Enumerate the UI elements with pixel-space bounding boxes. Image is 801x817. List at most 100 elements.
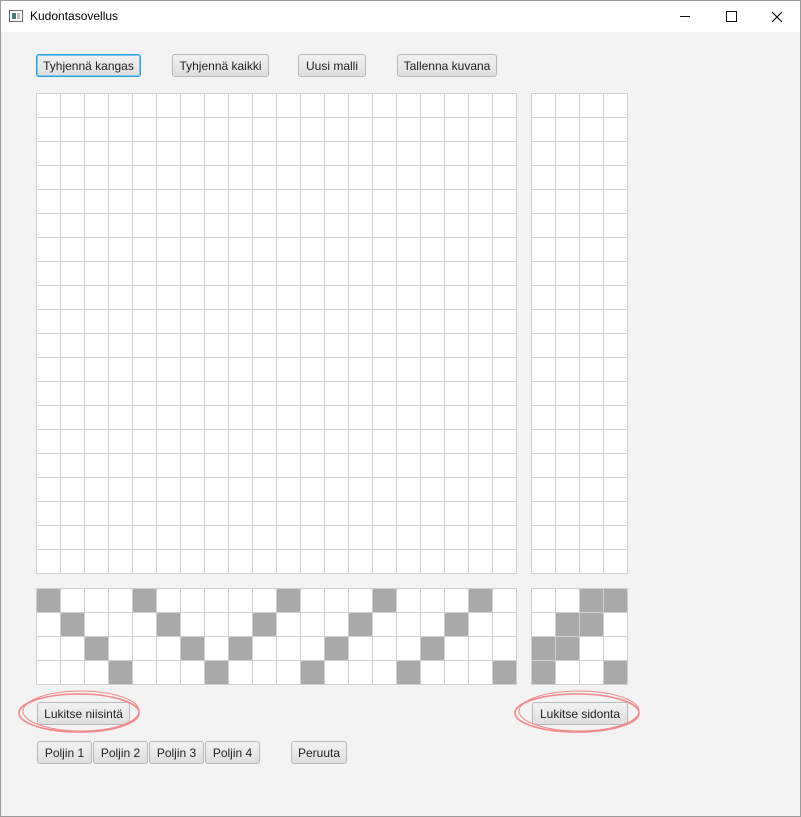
fabric-cell[interactable] xyxy=(133,478,156,501)
fabric-cell[interactable] xyxy=(85,430,108,453)
threading-cell[interactable] xyxy=(229,661,252,684)
fabric-cell[interactable] xyxy=(157,238,180,261)
threading-cell[interactable] xyxy=(301,589,324,612)
fabric-cell[interactable] xyxy=(109,454,132,477)
fabric-cell[interactable] xyxy=(109,382,132,405)
fabric-cell[interactable] xyxy=(253,550,276,573)
fabric-cell[interactable] xyxy=(493,454,516,477)
fabric-cell[interactable] xyxy=(205,502,228,525)
fabric-cell[interactable] xyxy=(205,334,228,357)
fabric-cell[interactable] xyxy=(205,430,228,453)
fabric-cell[interactable] xyxy=(421,358,444,381)
fabric-cell[interactable] xyxy=(373,550,396,573)
treadling-cell[interactable] xyxy=(604,118,627,141)
fabric-cell[interactable] xyxy=(397,262,420,285)
fabric-cell[interactable] xyxy=(229,430,252,453)
fabric-cell[interactable] xyxy=(277,334,300,357)
threading-cell[interactable] xyxy=(109,637,132,660)
fabric-cell[interactable] xyxy=(181,526,204,549)
fabric-cell[interactable] xyxy=(301,550,324,573)
tieup-cell[interactable] xyxy=(556,661,579,684)
fabric-cell[interactable] xyxy=(373,118,396,141)
treadling-cell[interactable] xyxy=(604,358,627,381)
pedal-1-button[interactable]: Poljin 1 xyxy=(37,741,92,764)
fabric-cell[interactable] xyxy=(373,406,396,429)
fabric-cell[interactable] xyxy=(109,406,132,429)
fabric-cell[interactable] xyxy=(109,502,132,525)
fabric-cell[interactable] xyxy=(469,190,492,213)
threading-cell[interactable] xyxy=(301,613,324,636)
fabric-cell[interactable] xyxy=(253,142,276,165)
treadling-cell[interactable] xyxy=(604,310,627,333)
fabric-cell[interactable] xyxy=(37,454,60,477)
fabric-cell[interactable] xyxy=(181,358,204,381)
tieup-cell[interactable] xyxy=(532,637,555,660)
tieup-cell[interactable] xyxy=(580,589,603,612)
fabric-cell[interactable] xyxy=(301,214,324,237)
fabric-cell[interactable] xyxy=(133,310,156,333)
fabric-cell[interactable] xyxy=(469,478,492,501)
threading-cell[interactable] xyxy=(373,613,396,636)
threading-cell[interactable] xyxy=(349,637,372,660)
fabric-cell[interactable] xyxy=(109,142,132,165)
fabric-cell[interactable] xyxy=(229,286,252,309)
fabric-cell[interactable] xyxy=(277,454,300,477)
fabric-cell[interactable] xyxy=(181,430,204,453)
fabric-cell[interactable] xyxy=(421,406,444,429)
treadling-cell[interactable] xyxy=(580,238,603,261)
fabric-cell[interactable] xyxy=(109,286,132,309)
fabric-cell[interactable] xyxy=(85,238,108,261)
fabric-cell[interactable] xyxy=(469,118,492,141)
fabric-cell[interactable] xyxy=(421,94,444,117)
fabric-cell[interactable] xyxy=(61,142,84,165)
fabric-cell[interactable] xyxy=(85,502,108,525)
fabric-cell[interactable] xyxy=(301,94,324,117)
fabric-cell[interactable] xyxy=(277,526,300,549)
threading-cell[interactable] xyxy=(85,589,108,612)
fabric-cell[interactable] xyxy=(373,430,396,453)
treadling-cell[interactable] xyxy=(580,430,603,453)
treadling-cell[interactable] xyxy=(604,286,627,309)
fabric-cell[interactable] xyxy=(277,286,300,309)
treadling-cell[interactable] xyxy=(532,166,555,189)
fabric-cell[interactable] xyxy=(85,166,108,189)
fabric-cell[interactable] xyxy=(229,118,252,141)
threading-cell[interactable] xyxy=(397,661,420,684)
treadling-cell[interactable] xyxy=(532,334,555,357)
tieup-cell[interactable] xyxy=(604,613,627,636)
fabric-cell[interactable] xyxy=(109,238,132,261)
fabric-cell[interactable] xyxy=(397,118,420,141)
fabric-cell[interactable] xyxy=(109,430,132,453)
fabric-cell[interactable] xyxy=(37,526,60,549)
fabric-cell[interactable] xyxy=(133,286,156,309)
threading-cell[interactable] xyxy=(325,589,348,612)
fabric-cell[interactable] xyxy=(61,262,84,285)
fabric-cell[interactable] xyxy=(205,118,228,141)
tieup-cell[interactable] xyxy=(580,637,603,660)
fabric-cell[interactable] xyxy=(301,334,324,357)
fabric-cell[interactable] xyxy=(157,190,180,213)
threading-cell[interactable] xyxy=(493,661,516,684)
fabric-cell[interactable] xyxy=(373,478,396,501)
fabric-cell[interactable] xyxy=(253,238,276,261)
fabric-cell[interactable] xyxy=(325,430,348,453)
treadling-cell[interactable] xyxy=(532,310,555,333)
threading-cell[interactable] xyxy=(373,589,396,612)
treadling-cell[interactable] xyxy=(580,310,603,333)
threading-cell[interactable] xyxy=(109,613,132,636)
threading-cell[interactable] xyxy=(133,613,156,636)
fabric-cell[interactable] xyxy=(445,214,468,237)
fabric-cell[interactable] xyxy=(493,214,516,237)
save-image-button[interactable]: Tallenna kuvana xyxy=(397,54,497,77)
fabric-cell[interactable] xyxy=(61,550,84,573)
fabric-cell[interactable] xyxy=(253,454,276,477)
title-bar[interactable]: Kudontasovellus xyxy=(1,1,800,32)
fabric-cell[interactable] xyxy=(205,190,228,213)
fabric-cell[interactable] xyxy=(61,526,84,549)
fabric-cell[interactable] xyxy=(85,406,108,429)
fabric-cell[interactable] xyxy=(277,478,300,501)
fabric-cell[interactable] xyxy=(421,334,444,357)
fabric-cell[interactable] xyxy=(397,502,420,525)
fabric-cell[interactable] xyxy=(445,334,468,357)
fabric-cell[interactable] xyxy=(397,478,420,501)
